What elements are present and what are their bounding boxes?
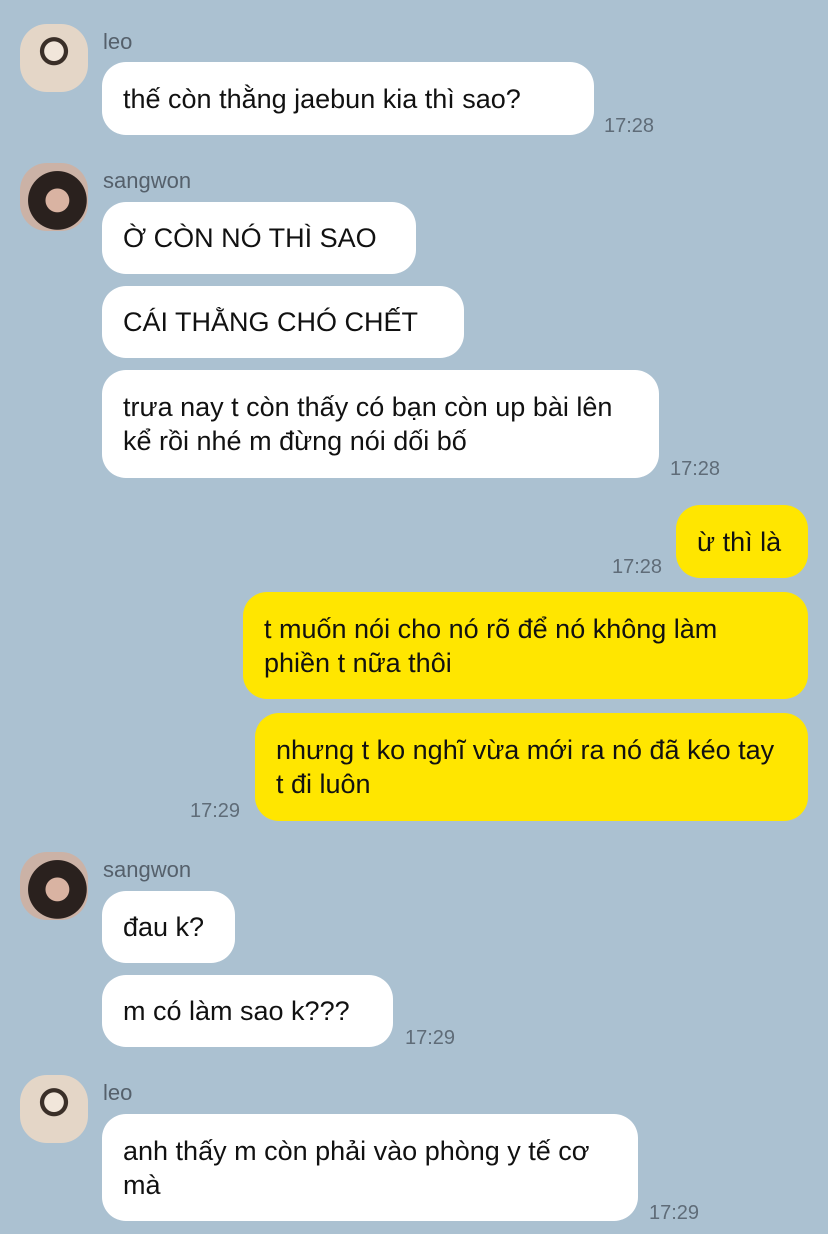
message-time: 17:28 (612, 556, 663, 578)
message-bubble[interactable]: anh thấy m còn phải vào phòng y tế cơ mà (102, 1114, 638, 1221)
message-time: 17:29 (190, 800, 241, 822)
sender-name: sangwon (103, 168, 192, 193)
message-bubble[interactable]: m có làm sao k??? (102, 975, 393, 1047)
message-time: 17:29 (649, 1202, 700, 1224)
message-bubble[interactable]: đau k? (102, 891, 235, 963)
sender-name: sangwon (103, 857, 192, 882)
message-bubble[interactable]: thế còn thằng jaebun kia thì sao? (102, 62, 594, 135)
message-bubble[interactable]: Ờ CÒN NÓ THÌ SAO (102, 202, 416, 274)
avatar-leo[interactable] (20, 24, 88, 92)
message-bubble[interactable]: CÁI THẰNG CHÓ CHẾT (102, 286, 464, 358)
avatar-leo[interactable] (20, 1075, 88, 1143)
avatar-sangwon[interactable] (20, 852, 88, 920)
message-time: 17:28 (670, 458, 721, 480)
sender-name: leo (103, 1080, 133, 1105)
message-time: 17:28 (604, 115, 655, 137)
message-time: 17:29 (405, 1027, 456, 1049)
message-bubble[interactable]: t muốn nói cho nó rõ để nó không làm phi… (243, 592, 808, 699)
message-bubble[interactable]: nhưng t ko nghĩ vừa mới ra nó đã kéo tay… (255, 713, 808, 821)
avatar-sangwon[interactable] (20, 163, 88, 231)
sender-name: leo (103, 29, 133, 54)
message-bubble[interactable]: trưa nay t còn thấy có bạn còn up bài lê… (102, 370, 659, 478)
message-bubble[interactable]: ừ thì là (676, 505, 808, 578)
